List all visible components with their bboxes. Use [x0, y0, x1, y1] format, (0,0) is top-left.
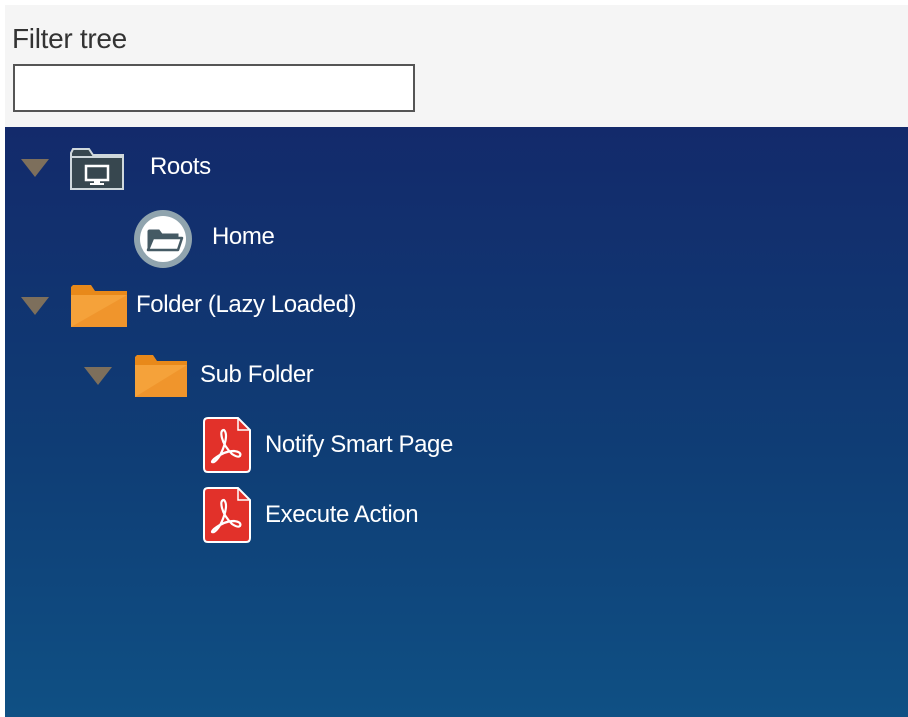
tree-node-label: Folder (Lazy Loaded)	[136, 291, 357, 318]
tree-node-label: Sub Folder	[200, 361, 314, 388]
tree-node-label: Roots	[150, 153, 211, 180]
tree-node-notify-smart-page[interactable]: Notify Smart Page	[5, 415, 505, 475]
tree-node-label: Execute Action	[265, 501, 419, 528]
tree-node-folder-lazy[interactable]: Folder (Lazy Loaded)	[5, 275, 425, 335]
tree-view: Roots Home Folder (Lazy Loaded) Sub Fold…	[5, 127, 908, 717]
tree-node-label: Notify Smart Page	[265, 431, 453, 458]
expand-toggle-icon[interactable]	[21, 159, 49, 177]
tree-node-home[interactable]: Home	[5, 207, 325, 268]
folder-icon	[133, 351, 189, 404]
tree-node-execute-action[interactable]: Execute Action	[5, 485, 465, 545]
expand-toggle-icon[interactable]	[21, 297, 49, 315]
folder-icon	[69, 281, 129, 334]
tree-node-sub-folder[interactable]: Sub Folder	[5, 345, 365, 405]
tree-panel: Filter tree Roots Home Folder (Lazy Load…	[5, 5, 908, 717]
home-folder-icon	[133, 209, 193, 274]
pdf-icon	[202, 486, 252, 549]
filter-area: Filter tree	[5, 5, 908, 127]
computer-folder-icon	[69, 145, 125, 198]
expand-toggle-icon[interactable]	[84, 367, 112, 385]
filter-label: Filter tree	[12, 23, 127, 54]
filter-input[interactable]	[13, 64, 415, 112]
tree-node-label: Home	[212, 223, 275, 250]
pdf-icon	[202, 416, 252, 479]
tree-node-roots[interactable]: Roots	[5, 137, 305, 197]
